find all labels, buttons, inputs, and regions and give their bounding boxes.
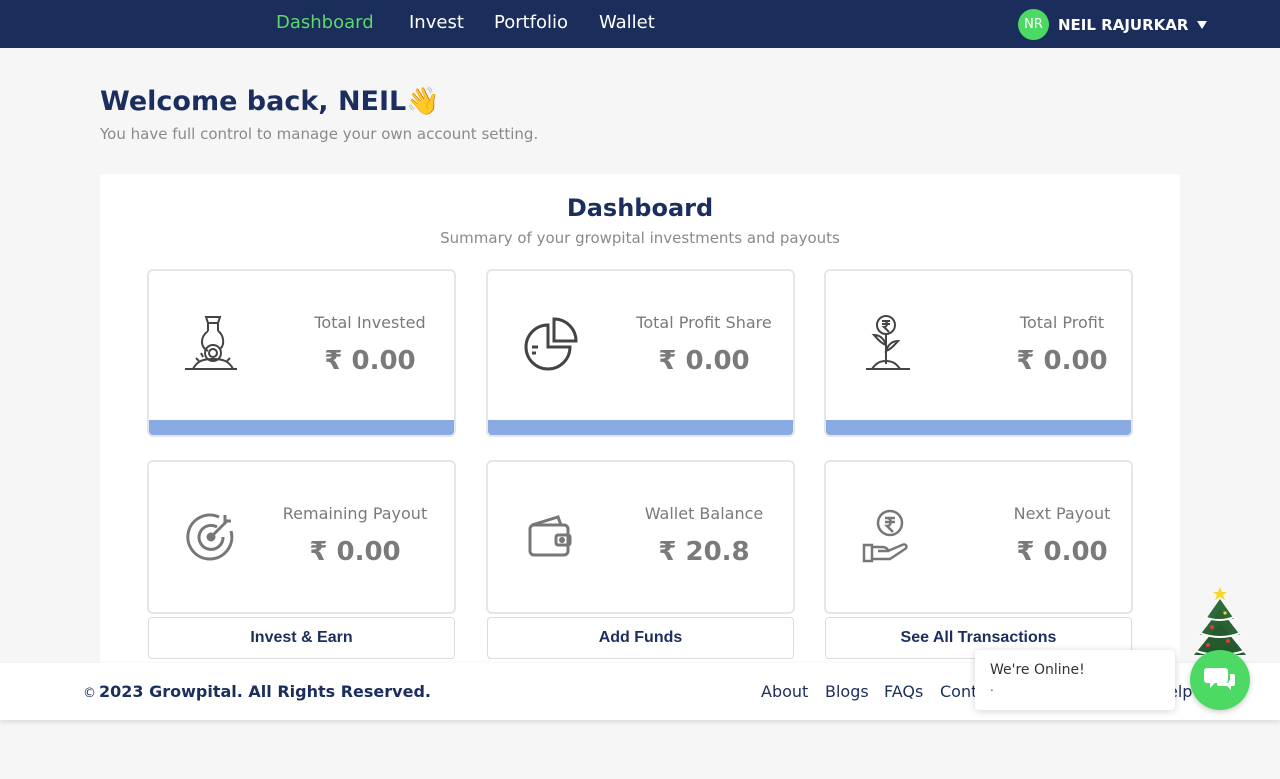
chat-icon: [1204, 668, 1235, 690]
card-accent-bar: [488, 420, 793, 435]
chat-message-text: .: [990, 680, 994, 694]
user-name[interactable]: NEIL RAJURKAR: [1058, 16, 1188, 34]
chat-launcher-button[interactable]: [1190, 650, 1250, 710]
card-remaining-payout: Remaining Payout ₹ 0.00: [147, 460, 456, 614]
dashboard-title: Dashboard: [566, 194, 714, 222]
invest-and-earn-button[interactable]: Invest & Earn: [148, 617, 455, 659]
copyright: © 2023 Growpital. All Rights Reserved.: [83, 682, 431, 701]
card-label: Wallet Balance: [644, 504, 764, 523]
chat-status-bubble[interactable]: We're Online! .: [975, 650, 1175, 710]
card-label: Total Profit: [1019, 313, 1105, 332]
add-funds-button[interactable]: Add Funds: [487, 617, 794, 659]
invest-plant-coin-icon: [179, 311, 243, 375]
hand-rupee-icon: [856, 505, 920, 569]
card-value: ₹ 0.00: [324, 346, 416, 376]
welcome-title: Welcome back, NEIL👋: [100, 86, 440, 117]
chevron-down-icon[interactable]: [1197, 20, 1208, 29]
card-wallet-balance: Wallet Balance ₹ 20.8: [486, 460, 795, 614]
card-value: ₹ 0.00: [658, 346, 750, 376]
card-total-invested: Total Invested ₹ 0.00: [147, 269, 456, 437]
card-value: ₹ 20.8: [658, 537, 750, 567]
chat-status-text: We're Online!: [990, 662, 1085, 678]
copyright-text: 2023 Growpital. All Rights Reserved.: [99, 682, 431, 701]
card-label: Remaining Payout: [282, 504, 428, 523]
avatar[interactable]: NR: [1018, 9, 1049, 40]
card-accent-bar: [826, 420, 1131, 435]
pie-chart-icon: [518, 311, 582, 375]
dashboard-subtitle: Summary of your growpital investments an…: [440, 229, 840, 247]
card-accent-bar: [149, 420, 454, 435]
user-menu[interactable]: NR NEIL RAJURKAR: [1018, 9, 1208, 40]
footer-link-blogs[interactable]: Blogs: [825, 682, 869, 701]
welcome-subtitle: You have full control to manage your own…: [100, 125, 539, 143]
card-total-profit-share: Total Profit Share ₹ 0.00: [486, 269, 795, 437]
nav-link-invest[interactable]: Invest: [409, 12, 464, 33]
card-label: Total Profit Share: [636, 313, 772, 332]
card-label: Next Payout: [1013, 504, 1111, 523]
copyright-symbol: ©: [83, 686, 96, 701]
card-value: ₹ 0.00: [309, 537, 401, 567]
card-total-profit: Total Profit ₹ 0.00: [824, 269, 1133, 437]
card-next-payout: Next Payout ₹ 0.00: [824, 460, 1133, 614]
rupee-plant-icon: [856, 311, 920, 375]
nav-link-wallet[interactable]: Wallet: [599, 12, 655, 33]
top-navbar: Dashboard Invest Portfolio Wallet NR NEI…: [0, 0, 1280, 48]
card-label: Total Invested: [314, 313, 426, 332]
nav-link-dashboard[interactable]: Dashboard: [276, 12, 374, 33]
wallet-icon: [518, 505, 582, 569]
card-value: ₹ 0.00: [1016, 537, 1108, 567]
footer-link-about[interactable]: About: [761, 682, 808, 701]
dashboard-panel: Dashboard Summary of your growpital inve…: [100, 174, 1180, 694]
nav-link-portfolio[interactable]: Portfolio: [494, 12, 568, 33]
card-value: ₹ 0.00: [1016, 346, 1108, 376]
footer-link-contact[interactable]: Cont: [940, 682, 977, 701]
footer-link-faqs[interactable]: FAQs: [884, 682, 923, 701]
target-icon: [179, 505, 243, 569]
